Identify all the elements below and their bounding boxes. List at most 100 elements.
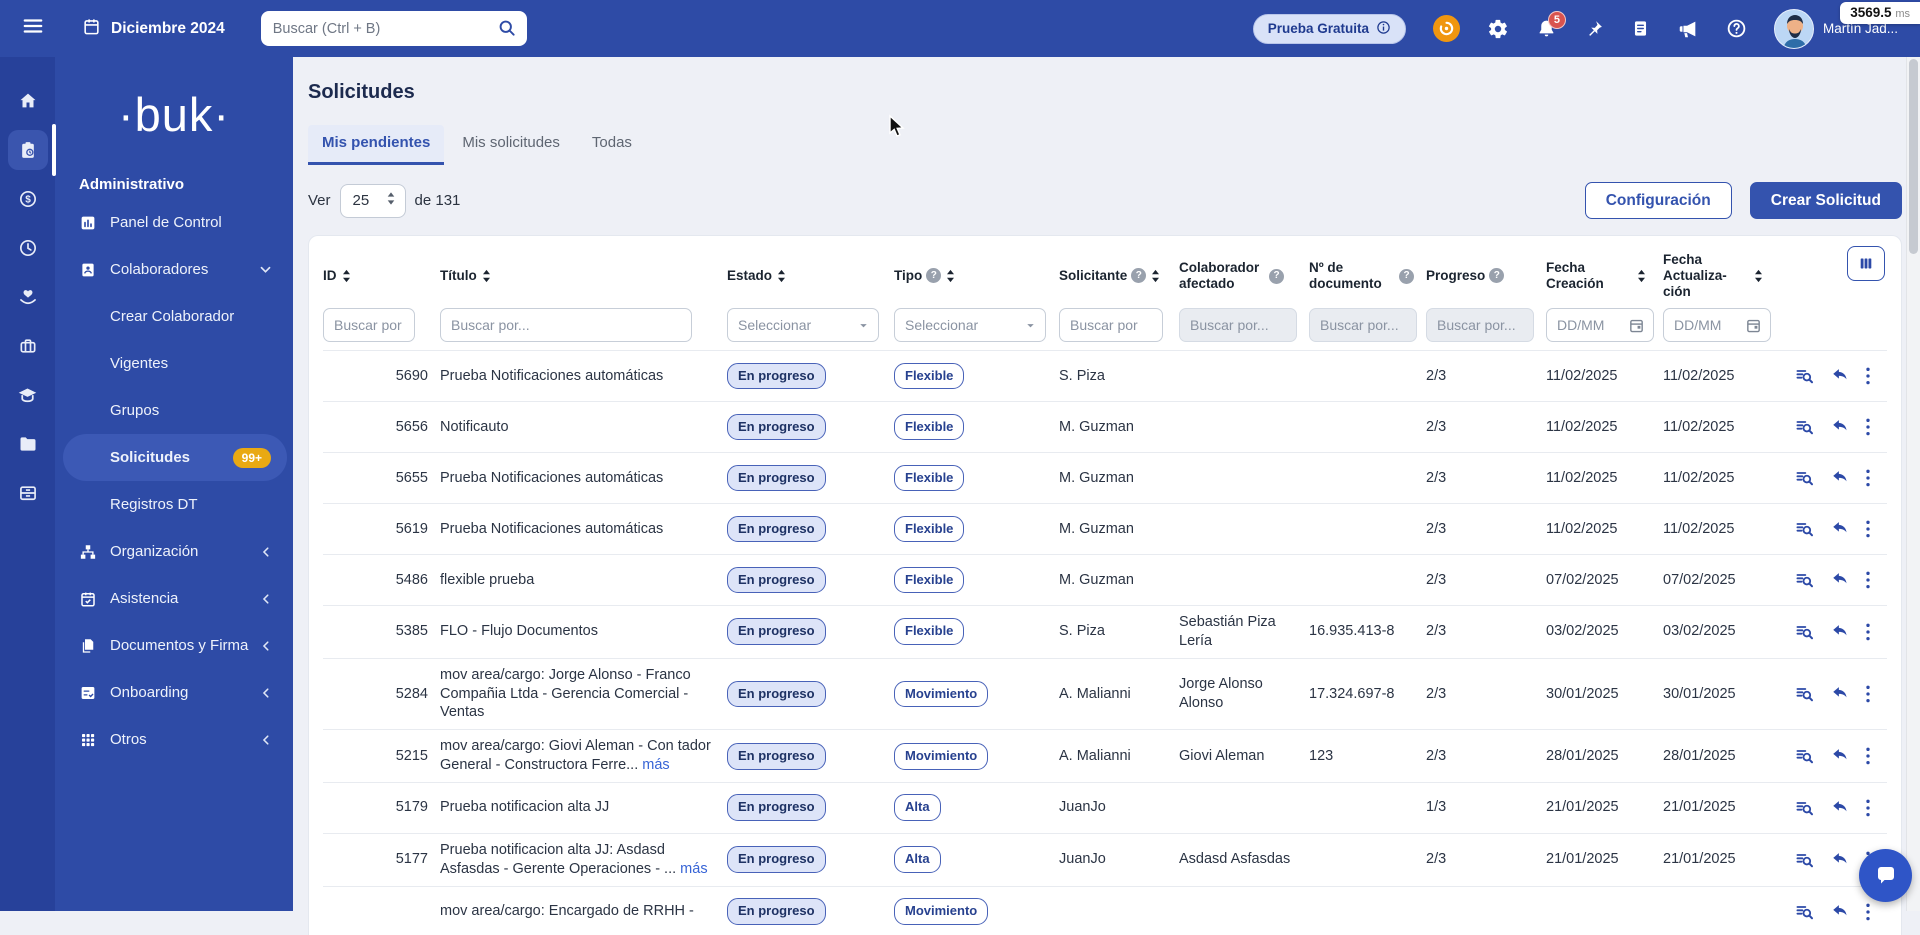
- filter-input-id[interactable]: [323, 308, 415, 342]
- search-icon[interactable]: [497, 18, 517, 43]
- sidebar-item-grupos[interactable]: Grupos: [55, 387, 293, 434]
- help-icon[interactable]: ?: [1399, 268, 1414, 284]
- sidebar-item-otros[interactable]: Otros: [55, 716, 293, 763]
- sidebar-item-documentos-y-firma[interactable]: Documentos y Firma: [55, 622, 293, 669]
- sidebar-item-solicitudes[interactable]: Solicitudes 99+: [63, 434, 287, 481]
- column-header-estado[interactable]: Estado: [727, 268, 894, 284]
- rail-item-clipboard-clock[interactable]: [7, 124, 56, 176]
- tab-todas[interactable]: Todas: [578, 125, 646, 165]
- filter-select-tipo[interactable]: Seleccionar: [894, 308, 1046, 342]
- column-header-documento[interactable]: Nº de documento ?: [1309, 260, 1426, 292]
- scrollbar-thumb[interactable]: [1909, 59, 1918, 254]
- rail-item-suitcase[interactable]: [8, 326, 48, 366]
- reply-icon[interactable]: [1830, 366, 1850, 386]
- rail-item-graduation-cap[interactable]: [8, 375, 48, 415]
- view-detail-icon[interactable]: [1794, 684, 1815, 704]
- rail-item-clock[interactable]: [8, 228, 48, 268]
- more-link[interactable]: más: [642, 757, 669, 773]
- sidebar-item-colaboradores[interactable]: Colaboradores: [55, 246, 293, 293]
- sidebar-item-panel-de-control[interactable]: Panel de Control: [55, 199, 293, 246]
- period-selector[interactable]: Diciembre 2024: [82, 17, 225, 41]
- page-size-select[interactable]: 25: [339, 183, 406, 218]
- rail-item-archive[interactable]: [8, 473, 48, 513]
- column-header-factualizacion[interactable]: Fecha Actualiza- ción: [1663, 252, 1791, 300]
- column-header-progreso[interactable]: Progreso ?: [1426, 268, 1546, 284]
- kebab-menu-icon[interactable]: [1865, 902, 1871, 922]
- view-detail-icon[interactable]: [1794, 366, 1815, 386]
- help-icon[interactable]: ?: [1131, 268, 1147, 284]
- reply-icon[interactable]: [1830, 519, 1850, 539]
- configuration-button[interactable]: Configuración: [1584, 182, 1732, 219]
- tab-mis-pendientes[interactable]: Mis pendientes: [308, 125, 445, 165]
- kebab-menu-icon[interactable]: [1865, 366, 1871, 386]
- help-circle-icon[interactable]: [1726, 18, 1747, 39]
- page-scrollbar[interactable]: [1906, 57, 1920, 911]
- reply-icon[interactable]: [1830, 684, 1850, 704]
- more-link[interactable]: más: [680, 861, 707, 877]
- sidebar-item-onboarding[interactable]: Onboarding: [55, 669, 293, 716]
- view-detail-icon[interactable]: [1794, 850, 1815, 870]
- kebab-menu-icon[interactable]: [1865, 746, 1871, 766]
- column-header-id[interactable]: ID: [323, 268, 440, 284]
- reply-icon[interactable]: [1830, 622, 1850, 642]
- help-icon[interactable]: ?: [926, 268, 942, 284]
- rail-item-home[interactable]: [8, 81, 48, 121]
- column-header-tipo[interactable]: Tipo ?: [894, 268, 1059, 284]
- view-detail-icon[interactable]: [1794, 519, 1815, 539]
- search-input[interactable]: [260, 11, 527, 46]
- column-header-colaborador[interactable]: Colaborador afectado ?: [1179, 260, 1309, 292]
- swirl-icon[interactable]: [1432, 15, 1460, 42]
- kebab-menu-icon[interactable]: [1865, 468, 1871, 488]
- reply-icon[interactable]: [1830, 798, 1850, 818]
- kebab-menu-icon[interactable]: [1865, 684, 1871, 704]
- column-header-fcreacion[interactable]: Fecha Creación: [1546, 260, 1663, 292]
- reply-icon[interactable]: [1830, 902, 1850, 922]
- hamburger-menu-icon[interactable]: [22, 15, 44, 42]
- gear-icon[interactable]: [1487, 18, 1509, 40]
- chat-fab-button[interactable]: [1859, 849, 1912, 902]
- sidebar-item-registros-dt[interactable]: Registros DT: [55, 481, 293, 528]
- sidebar-item-crear-colaborador[interactable]: Crear Colaborador: [55, 293, 293, 340]
- sidebar-item-organizaci-n[interactable]: Organización: [55, 528, 293, 575]
- sort-icon[interactable]: [1753, 269, 1764, 283]
- help-icon[interactable]: ?: [1489, 268, 1505, 284]
- kebab-menu-icon[interactable]: [1865, 798, 1871, 818]
- sort-icon[interactable]: [1636, 269, 1647, 283]
- view-detail-icon[interactable]: [1794, 798, 1815, 818]
- sort-icon[interactable]: [481, 269, 492, 283]
- rail-item-folder[interactable]: [8, 424, 48, 464]
- filter-select-estado[interactable]: Seleccionar: [727, 308, 879, 342]
- view-detail-icon[interactable]: [1794, 468, 1815, 488]
- filter-input-titulo[interactable]: [440, 308, 692, 342]
- sort-icon[interactable]: [945, 269, 956, 283]
- view-detail-icon[interactable]: [1794, 622, 1815, 642]
- kebab-menu-icon[interactable]: [1865, 622, 1871, 642]
- bell-icon[interactable]: 5: [1536, 11, 1566, 39]
- sidebar-item-vigentes[interactable]: Vigentes: [55, 340, 293, 387]
- megaphone-icon[interactable]: [1677, 18, 1699, 40]
- filter-input-solicitante[interactable]: [1059, 308, 1163, 342]
- view-detail-icon[interactable]: [1794, 417, 1815, 437]
- kebab-menu-icon[interactable]: [1865, 417, 1871, 437]
- reply-icon[interactable]: [1830, 570, 1850, 590]
- pin-icon[interactable]: [1584, 19, 1604, 39]
- kebab-menu-icon[interactable]: [1865, 570, 1871, 590]
- column-header-titulo[interactable]: Título: [440, 268, 727, 284]
- help-icon[interactable]: ?: [1269, 268, 1284, 284]
- reply-icon[interactable]: [1830, 746, 1850, 766]
- view-detail-icon[interactable]: [1794, 570, 1815, 590]
- rail-item-coin[interactable]: $: [8, 179, 48, 219]
- rail-item-hand-heart[interactable]: [8, 277, 48, 317]
- sort-icon[interactable]: [776, 269, 787, 283]
- columns-settings-button[interactable]: [1847, 246, 1885, 281]
- tab-mis-solicitudes[interactable]: Mis solicitudes: [448, 125, 574, 165]
- note-icon[interactable]: [1631, 19, 1650, 38]
- sort-icon[interactable]: [341, 269, 352, 283]
- trial-badge[interactable]: Prueba Gratuita: [1252, 13, 1406, 44]
- sidebar-item-asistencia[interactable]: Asistencia: [55, 575, 293, 622]
- kebab-menu-icon[interactable]: [1865, 519, 1871, 539]
- filter-date-fcreacion[interactable]: [1546, 308, 1654, 342]
- create-request-button[interactable]: Crear Solicitud: [1749, 182, 1902, 219]
- view-detail-icon[interactable]: [1794, 746, 1815, 766]
- reply-icon[interactable]: [1830, 468, 1850, 488]
